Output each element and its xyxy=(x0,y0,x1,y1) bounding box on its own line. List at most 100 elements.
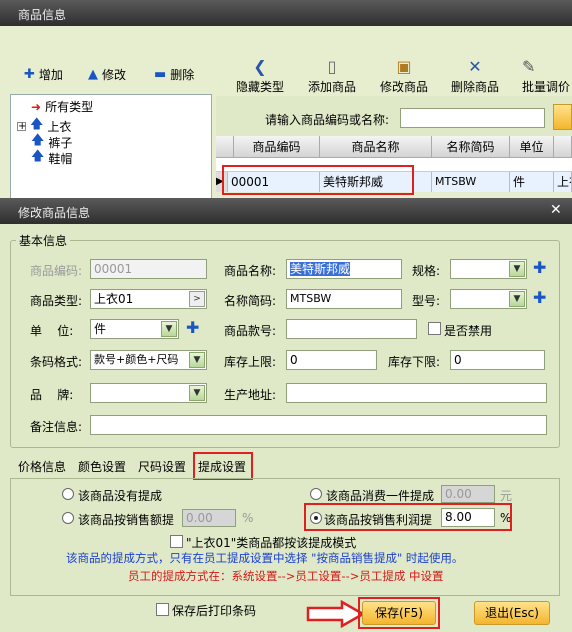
delete-goods-button[interactable]: ✕ 删除商品 xyxy=(440,56,510,95)
unit-select[interactable]: 件 ▼ xyxy=(90,319,179,339)
profit-highlight-box xyxy=(304,503,512,531)
per-item-label: 该商品消费一件提成 xyxy=(326,489,435,503)
by-sales-radio[interactable] xyxy=(62,512,74,524)
bg-window-title: 商品信息 xyxy=(0,0,572,26)
disabled-label: 是否禁用 xyxy=(444,324,493,338)
barcode-select[interactable]: 款号+颜色+尺码 ▼ xyxy=(90,350,207,370)
column-header-unit[interactable]: 单位 xyxy=(510,136,554,158)
add-model-icon[interactable]: ✚ xyxy=(533,288,546,307)
add-goods-label: 添加商品 xyxy=(307,80,356,94)
add-spec-icon[interactable]: ✚ xyxy=(533,258,546,277)
name-label: 商品名称: xyxy=(224,264,277,278)
plus-icon: ✚ xyxy=(24,67,35,82)
print-after-save-label: 保存后打印条码 xyxy=(172,604,257,618)
cell-unit[interactable]: 件 xyxy=(510,172,554,192)
add-unit-icon[interactable]: ✚ xyxy=(186,318,199,337)
stock-max-field[interactable]: 0 xyxy=(286,350,377,370)
column-header-code[interactable]: 商品编码 xyxy=(234,136,320,158)
name-field[interactable]: 美特斯邦威 xyxy=(286,259,402,279)
edit-label: 修改 xyxy=(102,68,127,82)
edit-button[interactable]: ▲ 修改 xyxy=(88,66,126,83)
arrow-right-icon xyxy=(306,600,366,628)
apply-all-checkbox[interactable] xyxy=(170,535,183,548)
unit-value: 件 xyxy=(94,322,107,336)
per-item-value-field: 0.00 xyxy=(441,485,495,503)
clipboard-icon: ▣ xyxy=(396,57,412,76)
disabled-checkbox[interactable] xyxy=(428,322,441,335)
chevron-right-icon[interactable]: > xyxy=(189,291,205,307)
close-icon[interactable]: ✕ xyxy=(550,202,562,218)
address-field[interactable] xyxy=(286,383,547,403)
cell-type[interactable]: 上衣 xyxy=(554,172,572,192)
tab-size-settings[interactable]: 尺码设置 xyxy=(138,458,186,475)
stock-min-field[interactable]: 0 xyxy=(450,350,545,370)
column-header-extra xyxy=(554,136,572,158)
address-label: 生产地址: xyxy=(224,388,277,402)
tree-item-label: 鞋帽 xyxy=(48,151,73,166)
by-sales-value-field: 0.00 xyxy=(182,509,236,527)
print-after-save-checkbox[interactable] xyxy=(156,603,169,616)
tab-color-settings[interactable]: 颜色设置 xyxy=(78,458,126,475)
brand-select[interactable]: ▼ xyxy=(90,383,207,403)
delete-goods-label: 删除商品 xyxy=(450,80,499,94)
per-item-unit: 元 xyxy=(500,489,513,503)
name-field-text: 美特斯邦威 xyxy=(290,262,351,276)
hide-type-button[interactable]: ❮ 隐藏类型 xyxy=(225,56,295,95)
type-select[interactable]: 上衣01 > xyxy=(90,289,207,309)
model-select[interactable]: ▼ xyxy=(450,289,527,309)
barcode-label: 条码格式: xyxy=(30,355,83,369)
commission-note: 该商品的提成方式，只有在员工提成设置中选择 "按商品销售提成" 时起使用。 xyxy=(66,551,464,565)
tree-item-label: 所有类型 xyxy=(45,100,94,114)
chevron-down-icon[interactable]: ▼ xyxy=(189,385,205,401)
chevron-down-icon[interactable]: ▼ xyxy=(189,352,205,368)
per-item-radio[interactable] xyxy=(310,488,322,500)
delete-label: 删除 xyxy=(170,68,195,82)
document-icon: ▯ xyxy=(327,57,337,76)
unit-label: 单 位: xyxy=(30,324,74,338)
chevron-down-icon[interactable]: ▼ xyxy=(509,261,525,277)
dialog-title: 修改商品信息 xyxy=(0,198,572,224)
search-label: 请输入商品编码或名称: xyxy=(265,113,390,127)
batch-price-label: 批量调价 xyxy=(522,80,571,94)
expand-icon[interactable]: + xyxy=(17,121,26,131)
tab-highlight-box xyxy=(193,452,253,480)
edit-goods-label: 修改商品 xyxy=(379,80,428,94)
apply-all-label: "上衣01"类商品都按该提成模式 xyxy=(186,536,357,550)
tab-price-info[interactable]: 价格信息 xyxy=(18,458,66,475)
commission-path-note: 员工的提成方式在：系统设置-->员工设置-->员工提成 中设置 xyxy=(128,569,444,583)
exit-button[interactable]: 退出(Esc) xyxy=(474,601,550,625)
x-icon: ✕ xyxy=(468,57,482,76)
cell-abbr[interactable]: MTSBW xyxy=(432,172,510,192)
chevron-left-icon: ❮ xyxy=(253,57,267,76)
spec-label: 规格: xyxy=(412,264,441,278)
style-no-field[interactable] xyxy=(286,319,417,339)
chevron-down-icon[interactable]: ▼ xyxy=(509,291,525,307)
stock-min-label: 库存下限: xyxy=(388,355,441,369)
grid-corner xyxy=(216,136,234,158)
arrow-right-icon: ➜ xyxy=(31,99,42,114)
code-field: 00001 xyxy=(90,259,207,279)
edit-goods-button[interactable]: ▣ 修改商品 xyxy=(369,56,439,95)
batch-price-button[interactable]: ✎ 批量调价 xyxy=(512,56,572,95)
tree-item-all[interactable]: ➜ 所有类型 xyxy=(31,98,93,115)
abbr-field[interactable]: MTSBW xyxy=(286,289,402,309)
column-header-name[interactable]: 商品名称 xyxy=(320,136,432,158)
add-label: 增加 xyxy=(38,68,63,82)
spec-select[interactable]: ▼ xyxy=(450,259,527,279)
type-label: 商品类型: xyxy=(30,294,83,308)
add-button[interactable]: ✚ 增加 xyxy=(24,66,63,83)
remark-field[interactable] xyxy=(90,415,547,435)
chevron-down-icon[interactable]: ▼ xyxy=(161,321,177,337)
search-input[interactable] xyxy=(400,108,545,128)
minus-icon: ▬ xyxy=(154,67,167,82)
no-commission-label: 该商品没有提成 xyxy=(78,489,163,503)
remark-label: 备注信息: xyxy=(30,420,83,434)
style-no-label: 商品款号: xyxy=(224,324,277,338)
pen-icon: ✎ xyxy=(522,57,536,76)
search-button[interactable] xyxy=(553,104,572,130)
delete-button[interactable]: ▬ 删除 xyxy=(154,66,194,83)
no-commission-radio[interactable] xyxy=(62,488,74,500)
tree-item-shoes[interactable]: 🡅 鞋帽 xyxy=(31,147,72,169)
column-header-abbr[interactable]: 名称简码 xyxy=(432,136,510,158)
add-goods-button[interactable]: ▯ 添加商品 xyxy=(297,56,367,95)
